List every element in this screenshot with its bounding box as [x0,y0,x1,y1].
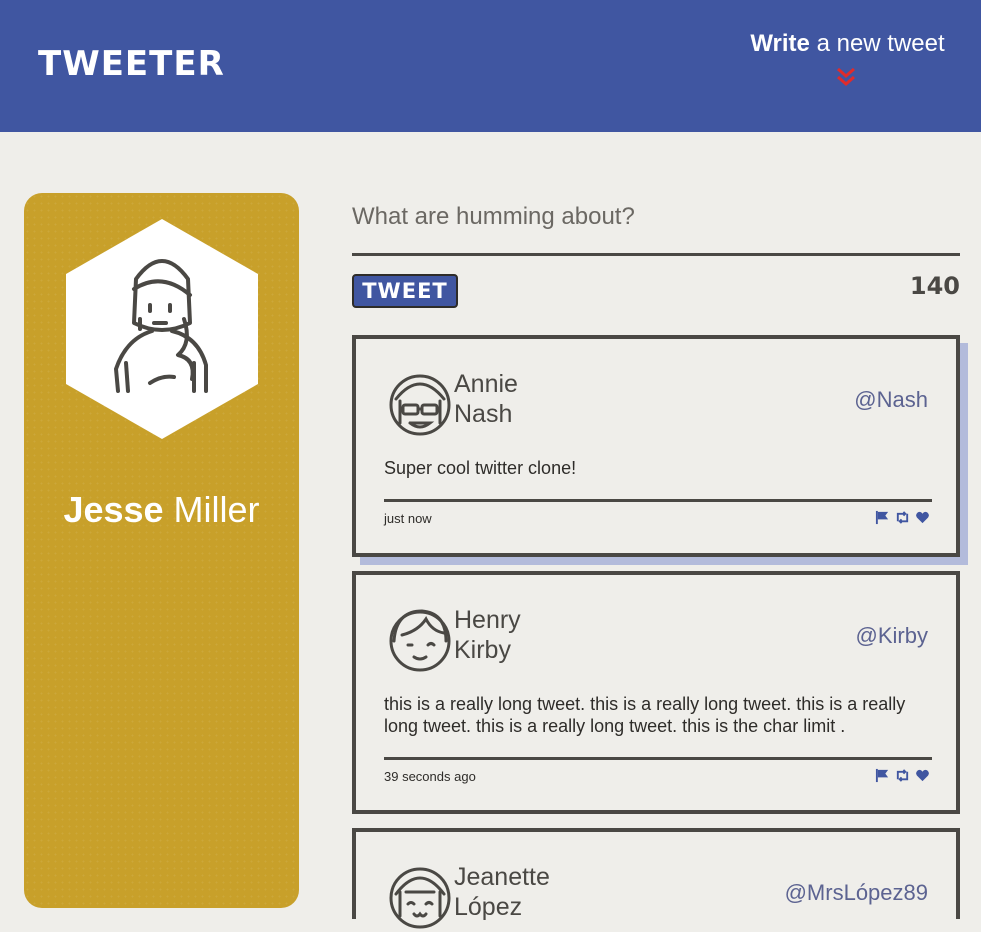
tweet-actions [875,510,930,525]
tweet-handle[interactable]: @Nash [854,387,928,413]
tweet-compose-input[interactable] [352,178,960,256]
profile-first-name: Jesse [63,489,164,530]
retweet-icon[interactable] [895,510,910,525]
tweet-author-last: López [454,893,523,921]
double-chevron-down-icon[interactable] [835,66,857,88]
profile-card: Jesse Miller [24,193,299,908]
tweet-card: Henry Kirby @Kirby this is a really long… [352,571,960,814]
flag-icon[interactable] [875,768,890,783]
tweet-content: this is a really long tweet. this is a r… [384,694,906,736]
tweet-author-first: Annie [454,370,518,398]
tweet-timestamp: just now [384,511,432,526]
char-counter: 140 [909,272,960,300]
profile-name: Jesse Miller [24,489,299,531]
tweet-author-first: Henry [454,606,521,634]
tweet-author-last: Kirby [454,636,511,664]
compose-toggle-strong: Write [750,30,810,57]
top-nav: TWEETER Write a new tweet [0,0,981,132]
tweet-handle[interactable]: @Kirby [856,623,928,649]
tweet-submit-button[interactable]: TWEET [352,274,458,308]
heart-icon[interactable] [915,768,930,783]
tweet-card: Annie Nash @Nash Super cool twitter clon… [352,335,960,557]
tweet-divider [384,499,932,502]
smiling-girl-avatar-icon [389,867,451,929]
brand-logo[interactable]: TWEETER [38,44,225,84]
tweet-author: Jeanette López [454,862,594,922]
tweet-card: Jeanette López @MrsLópez89 [352,828,960,929]
girl-avatar-icon [66,219,258,439]
tweet-author: Annie Nash [454,369,594,429]
sunglasses-avatar-icon [389,374,451,436]
tweet-content: Super cool twitter clone! [384,458,577,478]
flag-icon[interactable] [875,510,890,525]
tweet-author-first: Jeanette [454,863,550,891]
tweet-handle[interactable]: @MrsLópez89 [785,880,928,906]
retweet-icon[interactable] [895,768,910,783]
tweet-divider [384,757,932,760]
tweet-author-last: Nash [454,400,513,428]
tweet-author: Henry Kirby [454,605,594,665]
tweet-actions [875,768,930,783]
tweet-timestamp: 39 seconds ago [384,769,476,784]
heart-icon[interactable] [915,510,930,525]
boy-avatar-icon [389,609,451,672]
write-new-tweet-toggle[interactable]: Write a new tweet [745,30,950,58]
compose-toggle-text: a new tweet [809,30,945,57]
profile-last-name: Miller [163,489,260,530]
